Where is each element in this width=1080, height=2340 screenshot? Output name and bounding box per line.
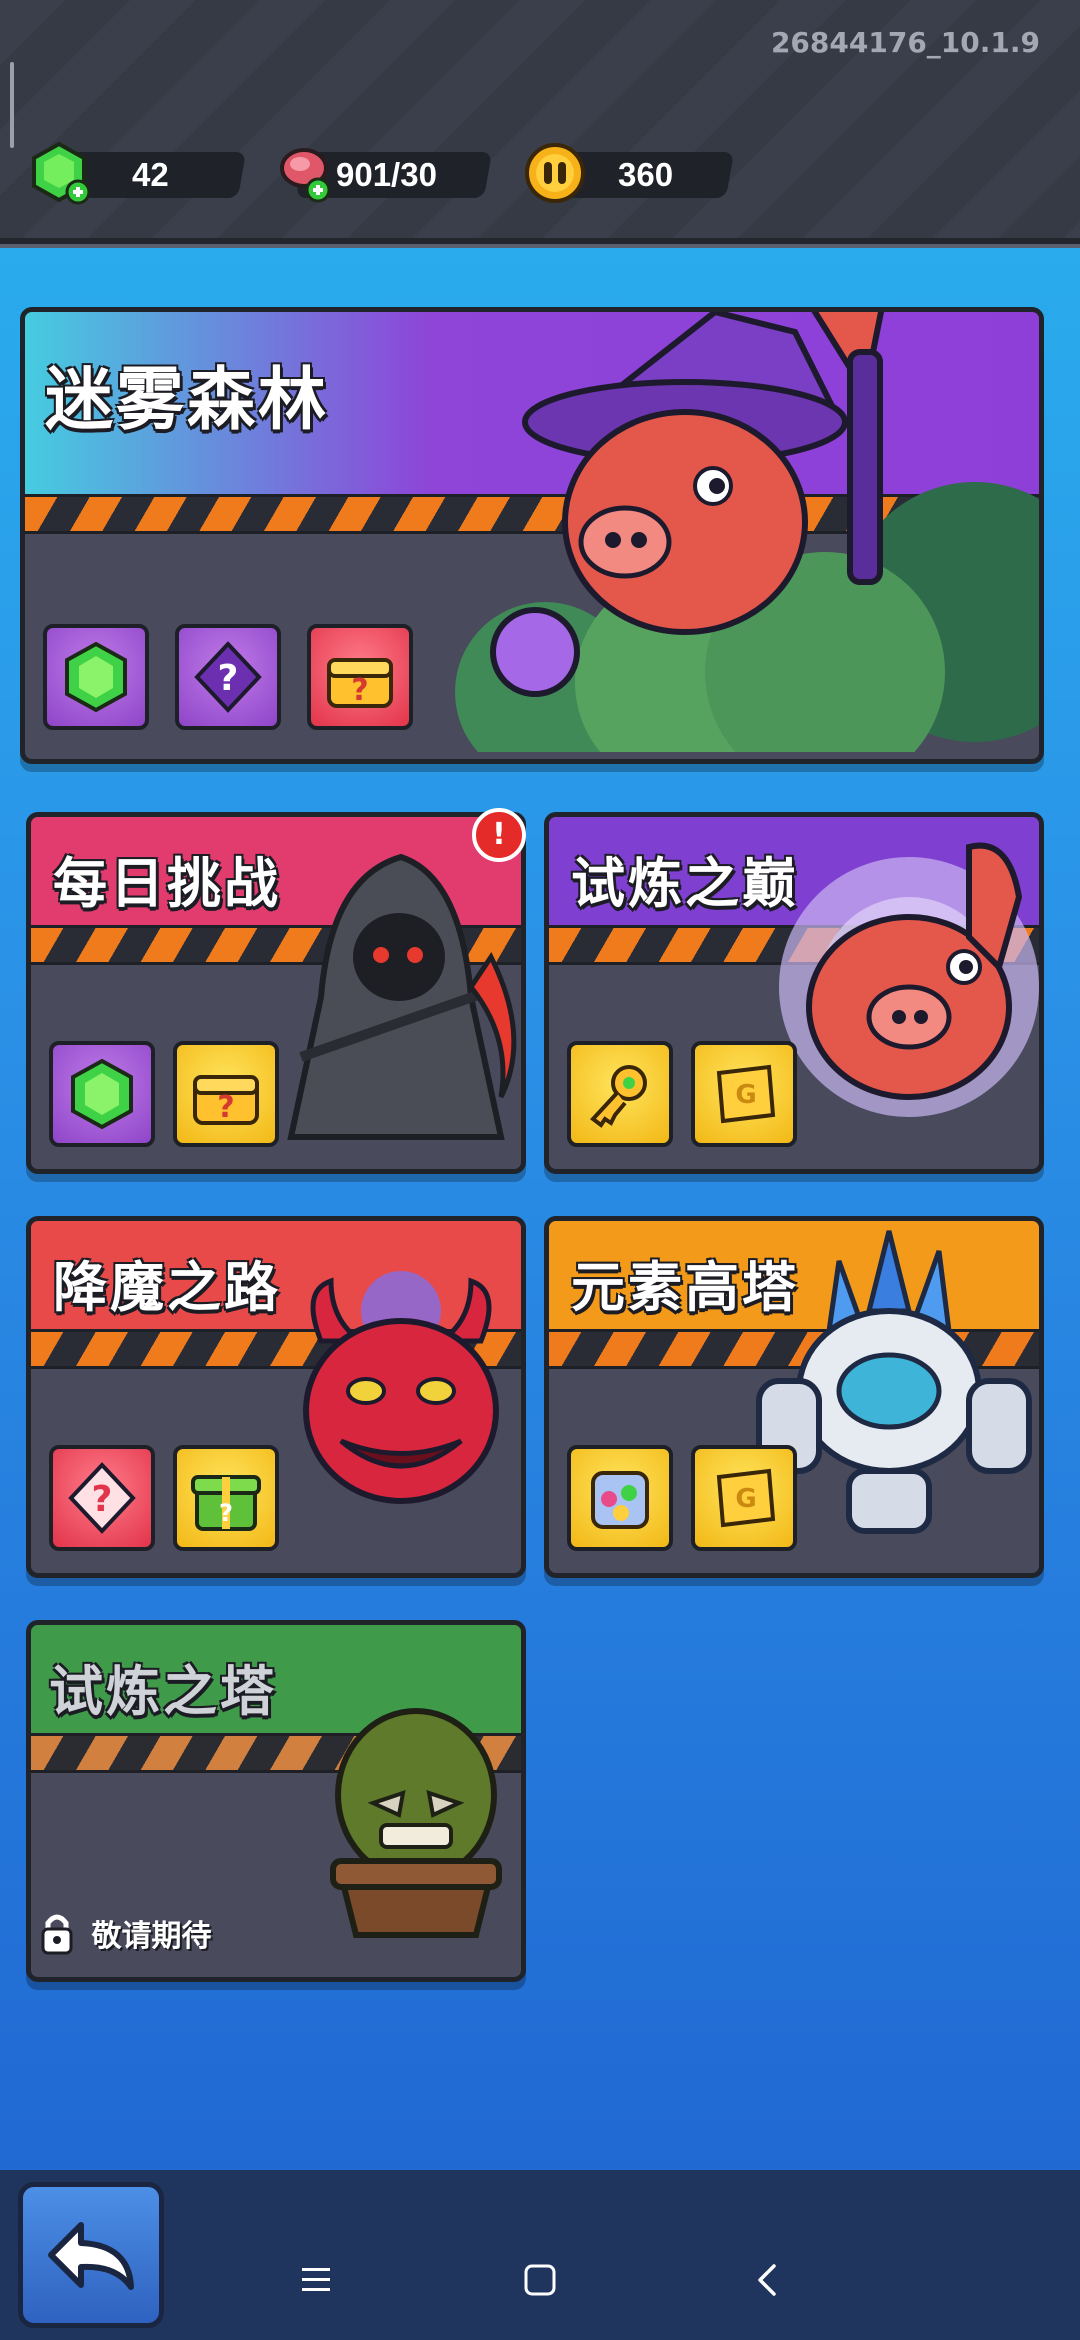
energy-meat-icon (274, 140, 340, 206)
trial-peak-card[interactable]: 试炼之巅 G (544, 812, 1044, 1174)
mystery-card-icon: ? (68, 1462, 136, 1534)
sidebar-handle[interactable] (10, 62, 14, 148)
reward-gem[interactable] (49, 1041, 155, 1147)
demon-road-title: 降魔之路 (53, 1256, 281, 1319)
chevron-left-icon (758, 2264, 776, 2296)
demon-art (291, 1261, 511, 1521)
svg-text:G: G (735, 1484, 756, 1514)
top-resource-bar: 26844176_10.1.9 42 901/30 360 (0, 0, 1080, 244)
svg-text:?: ? (218, 658, 239, 699)
daily-challenge-title: 每日挑战 (53, 852, 281, 915)
recent-apps-button[interactable] (286, 2250, 346, 2310)
back-arrow-icon (48, 2222, 134, 2290)
home-button[interactable] (510, 2250, 570, 2310)
daily-challenge-alert-badge: ! (472, 808, 526, 862)
reward-mystery-card[interactable]: ? (175, 624, 281, 730)
system-back-button[interactable] (738, 2250, 798, 2310)
svg-text:G: G (735, 1080, 756, 1110)
demon-road-card[interactable]: 降魔之路 ? ? (26, 1216, 526, 1578)
menu-icon (302, 2268, 330, 2291)
treasure-chest-icon: ? (193, 1075, 259, 1125)
coming-soon-text: 敬请期待 (91, 1919, 212, 1954)
svg-text:?: ? (217, 1090, 234, 1125)
svg-text:?: ? (92, 1479, 113, 1520)
misty-forest-title: 迷雾森林 (45, 361, 330, 440)
gems-value: 42 (132, 156, 169, 193)
gem-icon (26, 140, 92, 206)
trial-tower-title: 试炼之塔 (49, 1660, 277, 1723)
gift-box-icon: ? (191, 1475, 261, 1531)
coin-icon (522, 140, 588, 206)
coins-value: 360 (618, 156, 674, 193)
gold-bar-icon: G (716, 1064, 776, 1124)
misty-forest-card[interactable]: 迷雾森林 ? ? (20, 307, 1044, 764)
reward-treasure-chest[interactable]: ? (173, 1041, 279, 1147)
reaper-art (271, 837, 521, 1167)
cactus-plant-art (321, 1685, 511, 1945)
element-tower-card[interactable]: 元素高塔 G (544, 1216, 1044, 1578)
energy-value: 901/30 (336, 156, 437, 193)
reward-gem[interactable] (43, 624, 149, 730)
reward-key[interactable] (567, 1041, 673, 1147)
lock-icon (39, 1911, 75, 1955)
svg-text:?: ? (351, 673, 368, 708)
home-square-icon (524, 2264, 556, 2296)
candy-icon (591, 1471, 649, 1529)
treasure-chest-icon: ? (327, 658, 393, 708)
daily-challenge-card[interactable]: 每日挑战 ? (26, 812, 526, 1174)
reward-candy[interactable] (567, 1445, 673, 1551)
coming-soon-label: 敬请期待 (39, 1911, 211, 1955)
reward-treasure-chest[interactable]: ? (307, 624, 413, 730)
reward-mystery-card[interactable]: ? (49, 1445, 155, 1551)
gem-icon (65, 641, 127, 713)
key-icon (590, 1065, 647, 1128)
pig-wizard-art (455, 312, 1039, 759)
mystery-card-icon: ? (194, 641, 262, 713)
svg-text:?: ? (219, 1499, 233, 1527)
reward-gold-bar[interactable]: G (691, 1445, 797, 1551)
version-label: 26844176_10.1.9 (770, 26, 1040, 59)
trial-tower-card[interactable]: 试炼之塔 敬请期待 (26, 1620, 526, 1982)
gem-icon (71, 1058, 133, 1130)
gold-bar-icon: G (716, 1468, 776, 1528)
reward-gift-box[interactable]: ? (173, 1445, 279, 1551)
reward-gold-bar[interactable]: G (691, 1041, 797, 1147)
back-button[interactable] (18, 2182, 164, 2328)
